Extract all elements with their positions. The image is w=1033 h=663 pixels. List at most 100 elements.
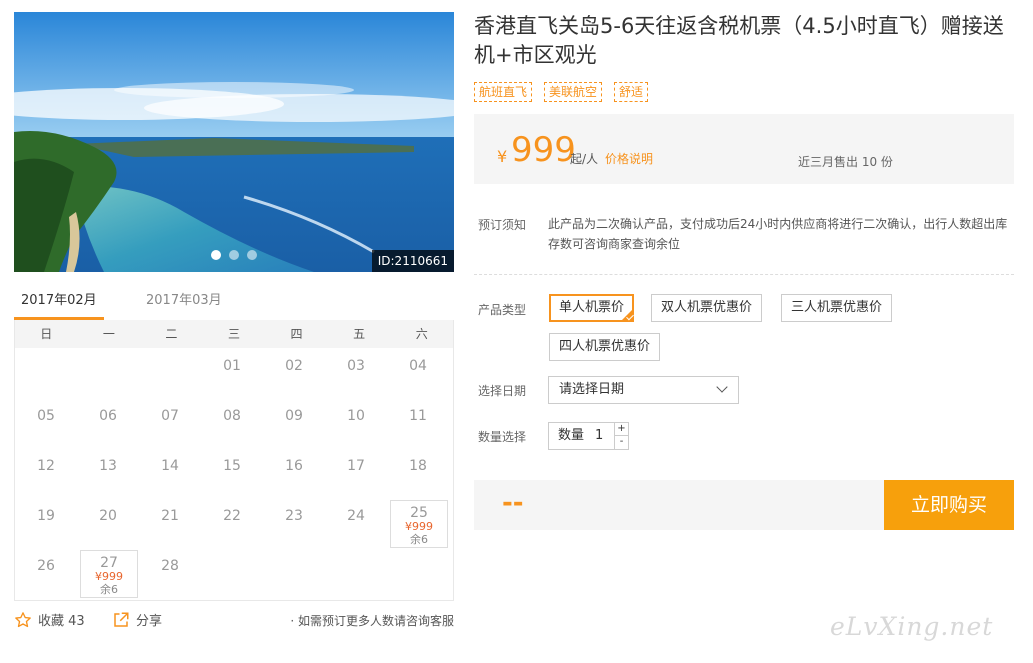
notice-label: 预订须知 [478, 218, 527, 232]
tag-airline: 美联航空 [544, 82, 603, 102]
divider [474, 274, 1014, 275]
favorite-button[interactable]: 收藏 43 [14, 610, 85, 629]
day-number: 08 [223, 408, 241, 424]
day-remaining: 余6 [100, 583, 118, 596]
day-price: ¥999 [405, 520, 433, 533]
day-number: 15 [223, 458, 241, 474]
day-price: ¥999 [95, 570, 123, 583]
calendar-day-available[interactable]: 27 ¥999 余6 [80, 550, 138, 598]
guam-coast-photo [14, 12, 454, 272]
day-number: 24 [347, 508, 365, 524]
tab-month-feb[interactable]: 2017年02月 [14, 288, 104, 320]
day-number: 04 [409, 358, 427, 374]
option-label: 三人机票优惠价 [791, 300, 883, 315]
quantity-value[interactable]: 1 [595, 423, 603, 449]
option-double-ticket[interactable]: 双人机票优惠价 [651, 294, 763, 322]
product-tags: 航班直飞 美联航空 舒适 [474, 82, 649, 102]
calendar-day-available[interactable]: 25 ¥999 余6 [390, 500, 448, 548]
weekday-label: 日 [40, 327, 53, 341]
selected-check-icon [621, 309, 634, 321]
calendar-day: 09 [263, 400, 325, 450]
calendar-day: 04 [387, 350, 449, 400]
day-number: 20 [99, 508, 117, 524]
booking-note: · 如需预订更多人数请咨询客服 [290, 614, 454, 628]
day-number: 28 [161, 558, 179, 574]
product-id-badge: ID:2110661 [371, 250, 454, 272]
day-number: 18 [409, 458, 427, 474]
calendar-day: 08 [201, 400, 263, 450]
day-number: 23 [285, 508, 303, 524]
share-icon [114, 612, 129, 627]
calendar-day: 19 [15, 500, 77, 550]
product-type-label: 产品类型 [478, 303, 527, 317]
date-select-value: 请选择日期 [559, 382, 625, 397]
price-explain-link[interactable]: 价格说明 [605, 150, 653, 167]
option-triple-ticket[interactable]: 三人机票优惠价 [781, 294, 893, 322]
calendar-day: 28 [139, 550, 201, 600]
price-box: ¥ 999 起/人 价格说明 近三月售出 10 份 [474, 114, 1014, 184]
calendar-day: 17 [325, 450, 387, 500]
carousel-dots [211, 250, 257, 260]
quantity-stepper[interactable]: 数量 1 + - [548, 422, 629, 450]
day-number: 01 [223, 358, 241, 374]
option-label: 四人机票优惠价 [559, 339, 651, 354]
calendar-day: 23 [263, 500, 325, 550]
date-label: 选择日期 [478, 384, 527, 398]
calendar-day: 24 [325, 500, 387, 550]
option-label: 双人机票优惠价 [661, 300, 753, 315]
carousel-dot-1[interactable] [211, 250, 221, 260]
weekday-header: 日 一 二 三 四 五 六 [15, 320, 453, 348]
day-remaining: 余6 [410, 533, 428, 546]
star-icon [15, 611, 31, 627]
calendar-day: 14 [139, 450, 201, 500]
calendar-day: 22 [201, 500, 263, 550]
day-number: 02 [285, 358, 303, 374]
day-number: 11 [409, 408, 427, 424]
date-select[interactable]: 请选择日期 [548, 376, 739, 404]
product-image[interactable]: ID:2110661 [14, 12, 454, 272]
day-number: 03 [347, 358, 365, 374]
calendar-day: 18 [387, 450, 449, 500]
day-number: 19 [37, 508, 55, 524]
calendar-day: 13 [77, 450, 139, 500]
share-label: 分享 [136, 614, 163, 629]
calendar-day: 05 [15, 400, 77, 450]
chevron-down-icon [716, 381, 728, 393]
calendar-day: 01 [201, 350, 263, 400]
price-unit: 起/人 [570, 152, 599, 166]
weekday-label: 三 [227, 327, 240, 341]
calendar-day: 06 [77, 400, 139, 450]
quantity-plus-button[interactable]: + [614, 423, 628, 436]
day-number: 17 [347, 458, 365, 474]
tab-month-mar[interactable]: 2017年03月 [146, 288, 222, 320]
option-single-ticket[interactable]: 单人机票价 [549, 294, 635, 322]
tag-comfort: 舒适 [614, 82, 649, 102]
site-watermark: eLvXing.net [830, 612, 994, 641]
buy-now-button[interactable]: 立即购买 [884, 480, 1014, 530]
sold-count: 近三月售出 10 份 [798, 155, 893, 169]
calendar-day: 11 [387, 400, 449, 450]
currency-symbol: ¥ [497, 147, 508, 166]
day-number: 10 [347, 408, 365, 424]
calendar-day: 03 [325, 350, 387, 400]
option-label: 单人机票价 [559, 300, 625, 315]
option-quad-ticket[interactable]: 四人机票优惠价 [549, 333, 661, 361]
day-number: 25 [410, 505, 428, 521]
day-number: 09 [285, 408, 303, 424]
favorite-count: 收藏 43 [38, 614, 85, 629]
day-number: 26 [37, 558, 55, 574]
day-number: 13 [99, 458, 117, 474]
weekday-label: 六 [415, 327, 428, 341]
quantity-minus-button[interactable]: - [614, 436, 628, 449]
share-button[interactable]: 分享 [112, 610, 162, 629]
calendar-day: 20 [77, 500, 139, 550]
calendar-day: 15 [201, 450, 263, 500]
price-amount: 999 [511, 130, 576, 170]
calendar-day: 21 [139, 500, 201, 550]
quantity-text: 数量 [558, 428, 585, 443]
carousel-dot-2[interactable] [229, 250, 239, 260]
calendar-day: 16 [263, 450, 325, 500]
weekday-label: 五 [353, 327, 366, 341]
carousel-dot-3[interactable] [247, 250, 257, 260]
day-number: 06 [99, 408, 117, 424]
